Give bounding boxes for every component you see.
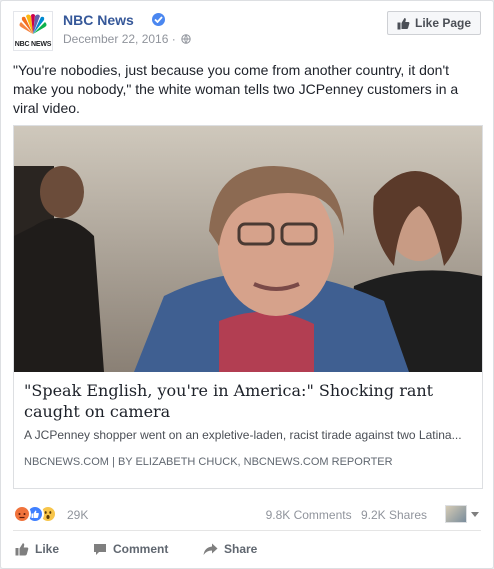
article-source: NBCNEWS.COM | BY ELIZABETH CHUCK, NBCNEW…	[24, 456, 472, 468]
post-caption: "You're nobodies, just because you come …	[13, 62, 459, 116]
thumbnail-scene	[14, 126, 482, 372]
link-card-body: "Speak English, you're in America:" Shoc…	[24, 380, 472, 468]
article-title[interactable]: "Speak English, you're in America:" Shoc…	[24, 380, 472, 422]
thumbs-up-icon	[397, 17, 410, 29]
like-page-label: Like Page	[414, 16, 472, 30]
post-header: NBC NEWS NBC News December 22, 2016 · Li…	[13, 11, 481, 51]
meta-separator: ·	[171, 32, 176, 46]
share-as-avatar[interactable]	[445, 505, 467, 523]
link-preview-card[interactable]: "Speak English, you're in America:" Shoc…	[13, 125, 483, 489]
article-description: A JCPenney shopper went on an expletive-…	[24, 428, 462, 442]
comment-button[interactable]: Comment	[93, 534, 168, 564]
globe-icon[interactable]	[181, 34, 191, 44]
page-avatar[interactable]: NBC NEWS	[13, 11, 53, 51]
article-thumbnail[interactable]	[14, 126, 482, 372]
post-date[interactable]: December 22, 2016	[63, 32, 168, 46]
comment-icon	[94, 543, 106, 555]
source-domain: NBCNEWS.COM	[24, 456, 109, 468]
peacock-logo-icon	[19, 14, 47, 34]
actions-divider	[13, 530, 481, 531]
like-label: Like	[35, 542, 60, 556]
comment-label: Comment	[113, 542, 169, 556]
feed-post: NBC NEWS NBC News December 22, 2016 · Li…	[0, 0, 494, 569]
page-name-link[interactable]: NBC News	[63, 12, 134, 28]
reaction-icons[interactable]	[13, 505, 65, 523]
verified-badge-icon	[152, 13, 165, 26]
thumbs-up-icon	[15, 543, 29, 556]
source-separator: |	[112, 456, 115, 468]
chevron-down-icon[interactable]	[471, 512, 479, 517]
post-actions: Like Comment Share	[13, 534, 481, 564]
share-button[interactable]: Share	[203, 534, 257, 564]
share-arrow-icon	[203, 543, 218, 555]
like-page-button[interactable]: Like Page	[387, 11, 481, 35]
reaction-count[interactable]: 29K	[67, 508, 88, 522]
article-byline: BY ELIZABETH CHUCK, NBCNEWS.COM REPORTER	[117, 456, 393, 468]
post-meta: December 22, 2016 ·	[63, 32, 191, 46]
angry-reaction-icon	[13, 505, 31, 523]
like-button[interactable]: Like	[15, 534, 59, 564]
logo-wordmark: NBC NEWS	[14, 41, 52, 48]
comments-count[interactable]: 9.8K Comments	[266, 508, 352, 522]
shares-count[interactable]: 9.2K Shares	[361, 508, 427, 522]
reactions-bar: 29K 9.8K Comments 9.2K Shares	[13, 501, 481, 525]
engagement-counts: 9.8K Comments 9.2K Shares	[266, 508, 427, 522]
share-label: Share	[224, 542, 258, 556]
